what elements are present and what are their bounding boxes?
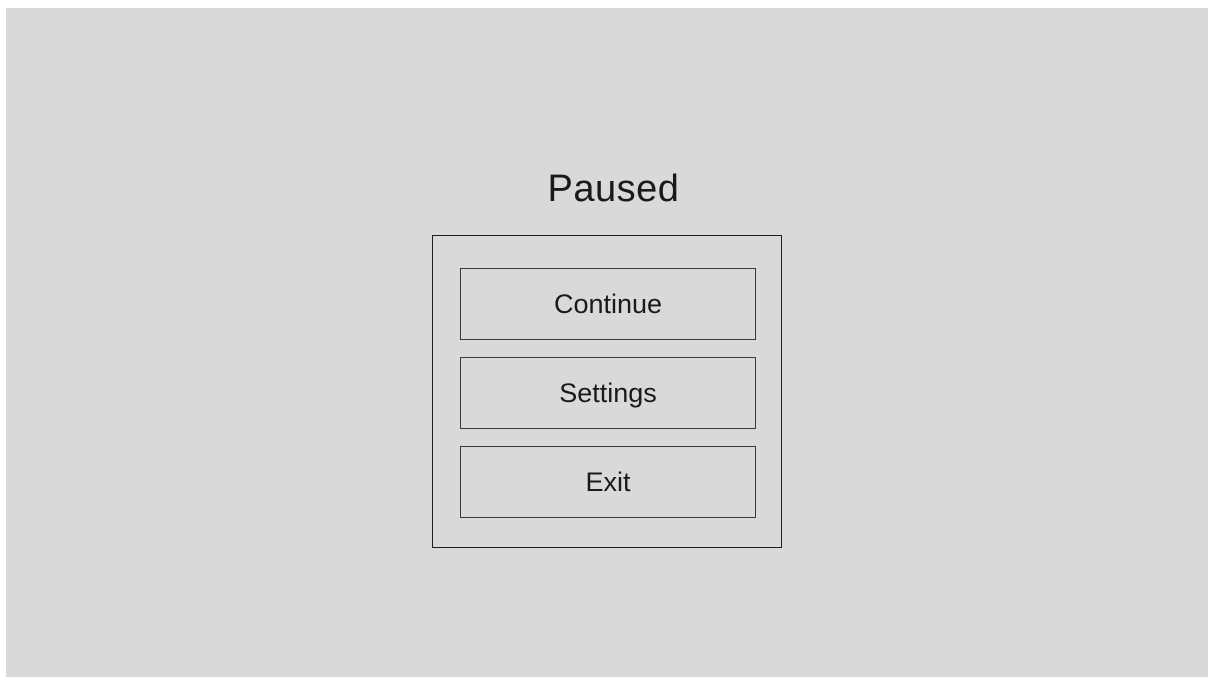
exit-button[interactable]: Exit bbox=[460, 446, 756, 518]
continue-button[interactable]: Continue bbox=[460, 268, 756, 340]
pause-menu-panel: Continue Settings Exit bbox=[432, 235, 782, 548]
settings-button[interactable]: Settings bbox=[460, 357, 756, 429]
page-title: Paused bbox=[547, 168, 680, 210]
pause-screen: Paused Continue Settings Exit bbox=[6, 8, 1208, 677]
